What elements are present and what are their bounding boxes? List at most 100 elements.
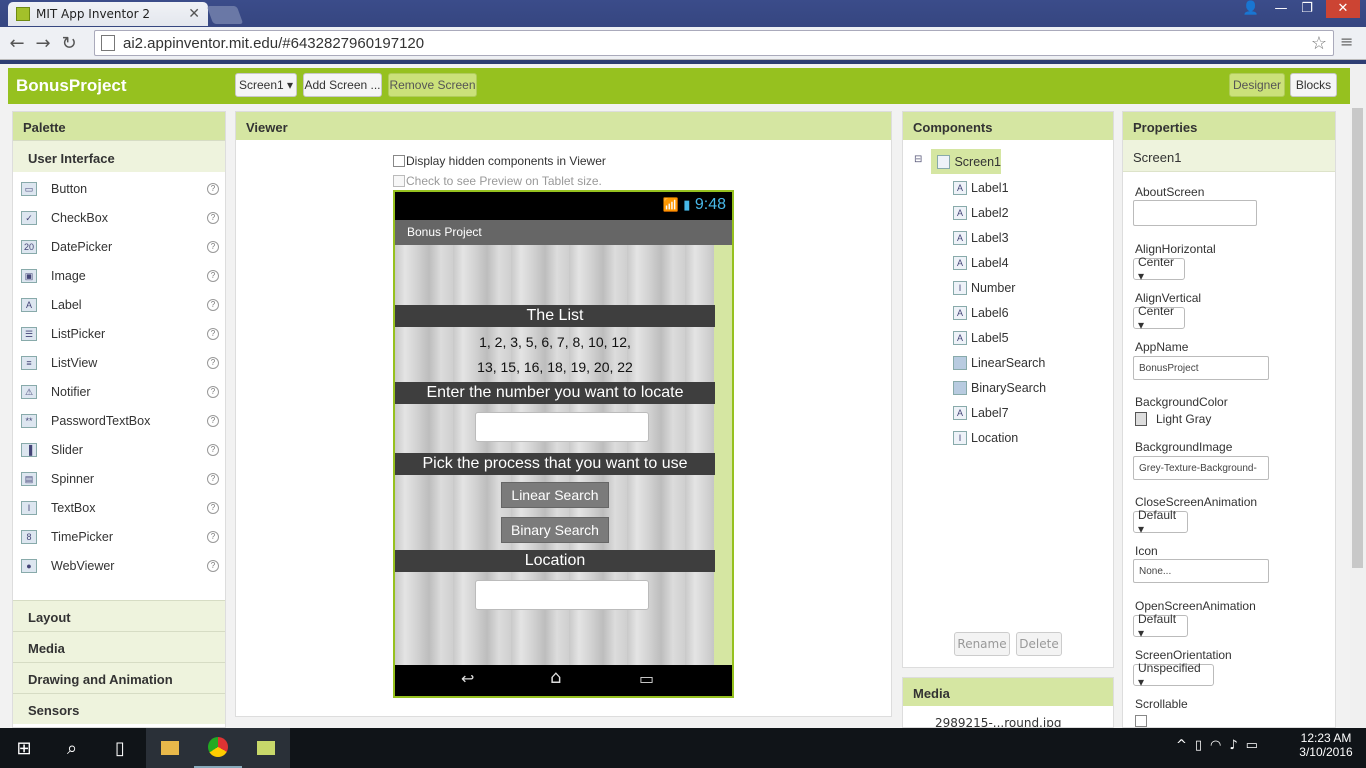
forward-icon[interactable]: → <box>30 33 56 54</box>
clock[interactable]: 12:23 AM 3/10/2016 <box>1296 731 1356 759</box>
palette-item-listview[interactable]: ≡ ListView? <box>13 348 225 377</box>
help-icon[interactable]: ? <box>207 356 219 369</box>
help-icon[interactable]: ? <box>207 530 219 543</box>
tree-item-label1[interactable]: A Label1 <box>953 175 1046 200</box>
help-icon[interactable]: ? <box>207 298 219 311</box>
remove-screen-button[interactable]: Remove Screen <box>388 73 477 97</box>
blocks-button[interactable]: Blocks <box>1290 73 1337 97</box>
add-screen-button[interactable]: Add Screen ... <box>303 73 382 97</box>
menu-icon[interactable]: ≡ <box>1340 32 1358 51</box>
tree-item-number[interactable]: I Number <box>953 275 1046 300</box>
palette-item-image[interactable]: ▣ Image? <box>13 261 225 290</box>
tree-item-label3[interactable]: A Label3 <box>953 225 1046 250</box>
linear-search-button[interactable]: Linear Search <box>501 482 609 508</box>
checkbox-icon[interactable] <box>393 155 405 167</box>
location-textbox[interactable] <box>475 580 649 610</box>
minimize-icon[interactable]: — <box>1268 0 1294 18</box>
new-tab-button[interactable] <box>206 6 244 24</box>
number-textbox[interactable] <box>475 412 649 442</box>
palette-section-sensors[interactable]: Sensors <box>13 693 225 724</box>
back-icon[interactable]: ← <box>4 33 30 54</box>
palette-item-slider[interactable]: ▐ Slider? <box>13 435 225 464</box>
help-icon[interactable]: ? <box>207 414 219 427</box>
designer-button[interactable]: Designer <box>1229 73 1285 97</box>
palette-item-spinner[interactable]: ▤ Spinner? <box>13 464 225 493</box>
screen-orientation-select[interactable]: Unspecified ▾ <box>1133 661 1214 689</box>
close-window-icon[interactable]: ✕ <box>1326 0 1360 18</box>
bookmark-star-icon[interactable]: ☆ <box>1311 33 1327 54</box>
browser-tab[interactable]: MIT App Inventor 2 ✕ <box>8 2 208 26</box>
align-vertical-select[interactable]: Center ▾ <box>1133 304 1185 332</box>
tablet-preview-check[interactable]: Check to see Preview on Tablet size. <box>393 174 602 188</box>
tree-item-label: Location <box>971 430 1019 445</box>
appname-field[interactable]: BonusProject <box>1133 356 1269 380</box>
chrome-icon[interactable] <box>194 728 242 768</box>
help-icon[interactable]: ? <box>207 269 219 282</box>
palette-item-label[interactable]: A Label? <box>13 290 225 319</box>
about-screen-label: AboutScreen <box>1135 185 1205 199</box>
tree-item-label4[interactable]: A Label4 <box>953 250 1046 275</box>
tree-item-binarysearch[interactable]: BinarySearch <box>953 375 1046 400</box>
page-scrollbar[interactable] <box>1350 64 1366 728</box>
align-horizontal-select[interactable]: Center ▾ <box>1133 255 1185 283</box>
task-view-icon[interactable]: ▯ <box>96 728 144 768</box>
palette-section-drawing-and-animation[interactable]: Drawing and Animation <box>13 662 225 693</box>
help-icon[interactable]: ? <box>207 559 219 572</box>
palette-item-passwordtextbox[interactable]: ** PasswordTextBox? <box>13 406 225 435</box>
user-interface-section[interactable]: User Interface <box>13 140 225 172</box>
tree-item-location[interactable]: I Location <box>953 425 1046 450</box>
tree-item-screen1[interactable]: Screen1 <box>931 149 1001 174</box>
help-icon[interactable]: ? <box>207 385 219 398</box>
binary-search-button[interactable]: Binary Search <box>501 517 609 543</box>
help-icon[interactable]: ? <box>207 472 219 485</box>
collapse-icon[interactable]: ⊟ <box>914 154 922 165</box>
folder-icon[interactable] <box>242 728 290 768</box>
file-explorer-icon[interactable] <box>146 728 194 768</box>
tree-item-linearsearch[interactable]: LinearSearch <box>953 350 1046 375</box>
tree-item-label6[interactable]: A Label6 <box>953 300 1046 325</box>
palette-item-textbox[interactable]: I TextBox? <box>13 493 225 522</box>
help-icon[interactable]: ? <box>207 240 219 253</box>
help-icon[interactable]: ? <box>207 182 219 195</box>
tree-item-label: LinearSearch <box>971 355 1046 370</box>
palette-section-media[interactable]: Media <box>13 631 225 662</box>
background-image-field[interactable]: Grey-Texture-Background- <box>1133 456 1269 480</box>
hidden-components-check[interactable]: Display hidden components in Viewer <box>393 154 606 168</box>
scrollable-checkbox[interactable] <box>1135 715 1147 727</box>
open-animation-select[interactable]: Default ▾ <box>1133 612 1188 640</box>
reload-icon[interactable]: ↻ <box>56 33 82 54</box>
rename-button[interactable]: Rename <box>954 632 1010 656</box>
background-color-picker[interactable]: Light Gray <box>1135 412 1211 426</box>
checkbox-icon[interactable] <box>393 175 405 187</box>
palette-section-layout[interactable]: Layout <box>13 600 225 631</box>
icon-field[interactable]: None... <box>1133 559 1269 583</box>
palette-item-datepicker[interactable]: 20 DatePicker? <box>13 232 225 261</box>
close-tab-icon[interactable]: ✕ <box>188 6 200 22</box>
search-icon[interactable]: ⌕ <box>48 728 96 768</box>
start-icon[interactable]: ⊞ <box>0 728 48 768</box>
address-bar[interactable]: ai2.appinventor.mit.edu/#643282796019712… <box>94 30 1334 56</box>
screen-select[interactable]: Screen1 ▾ <box>235 73 297 97</box>
pick-process-label: Pick the process that you want to use <box>395 453 715 475</box>
help-icon[interactable]: ? <box>207 327 219 340</box>
palette-item-webviewer[interactable]: ● WebViewer? <box>13 551 225 580</box>
palette-item-button[interactable]: ▭ Button? <box>13 174 225 203</box>
restore-icon[interactable]: ❐ <box>1294 0 1320 18</box>
help-icon[interactable]: ? <box>207 443 219 456</box>
delete-button[interactable]: Delete <box>1016 632 1062 656</box>
about-screen-field[interactable] <box>1133 200 1257 226</box>
user-icon[interactable]: 👤 <box>1238 0 1264 18</box>
media-file[interactable]: 2989215-...round.jpg <box>903 706 1113 727</box>
label-icon: A <box>953 305 967 320</box>
palette-item-checkbox[interactable]: ✓ CheckBox? <box>13 203 225 232</box>
palette-item-notifier[interactable]: ⚠ Notifier? <box>13 377 225 406</box>
help-icon[interactable]: ? <box>207 211 219 224</box>
close-animation-select[interactable]: Default ▾ <box>1133 508 1188 536</box>
palette-item-listpicker[interactable]: ☰ ListPicker? <box>13 319 225 348</box>
palette-item-timepicker[interactable]: 8 TimePicker? <box>13 522 225 551</box>
tree-item-label7[interactable]: A Label7 <box>953 400 1046 425</box>
tree-item-label5[interactable]: A Label5 <box>953 325 1046 350</box>
system-tray-icons[interactable]: ^▯◠♪▭ <box>1176 738 1266 753</box>
tree-item-label2[interactable]: A Label2 <box>953 200 1046 225</box>
help-icon[interactable]: ? <box>207 501 219 514</box>
